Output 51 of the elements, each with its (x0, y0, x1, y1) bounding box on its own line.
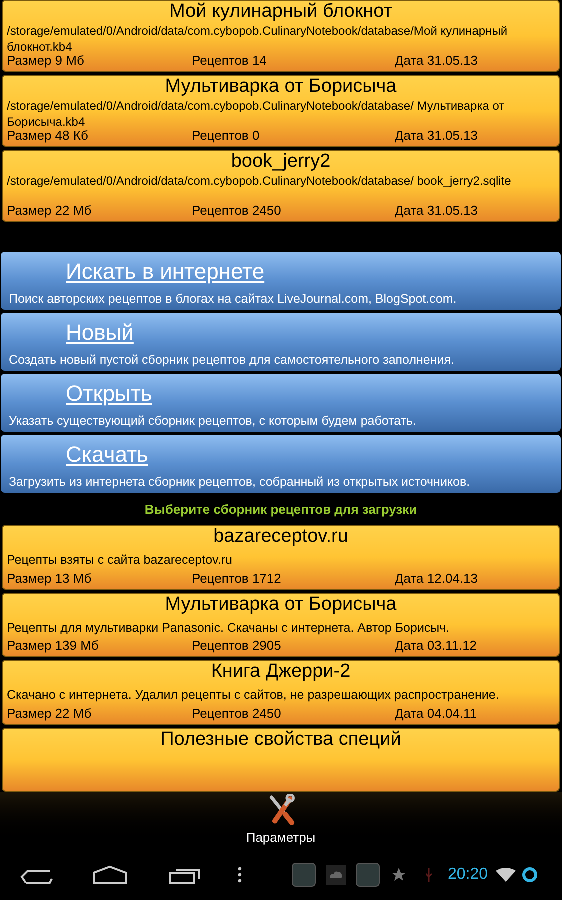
size-label: Размер 48 Кб (7, 128, 90, 144)
cloud-icon[interactable] (326, 865, 346, 885)
action-button[interactable]: Открыть Указать существующий сборник рецептов, с которым будем работать. (1, 374, 561, 432)
notification-icon[interactable] (356, 863, 380, 887)
size-label: Размер 13 Мб (7, 570, 93, 587)
file-path: /storage/emulated/0/Android/data/com.cybopob.CulinaryNotebook/database/ book_jerry2.sqlite (7, 173, 512, 190)
book-card[interactable]: Мой кулинарный блокнот /storage/emulated/0/Android/data/com.cybopob.CulinaryNotebook/database/Мой кулинарный блокнот.kb4 Размер 9 Мб Рецептов 14 Дата 31.05.13 (2, 0, 560, 72)
book-title: Мультиварка от Борисыча (164, 594, 398, 616)
section-heading: Выберите сборник рецептов для загрузки (144, 501, 418, 520)
book-title: Полезные свойства специй (160, 728, 402, 751)
menu-icon[interactable] (238, 867, 242, 883)
settings-button[interactable]: Параметры (246, 792, 316, 850)
book-card[interactable]: bazareceptov.ru Рецепты взяты с сайта bazareceptov.ru Размер 13 Мб Рецептов 1712 Дата 12.04.13 (2, 525, 560, 590)
book-description: Скачано с интернета. Удалил рецепты с сайтов, не разрешающих распространение. (7, 687, 500, 704)
recipe-count: Рецептов 1712 (192, 570, 282, 587)
book-card[interactable]: Книга Джерри-2 Скачано с интернета. Удалил рецепты с сайтов, не разрешающих распространение. Размер 22 Мб Рецептов 2450 Дата 04.04.11 (2, 660, 560, 725)
size-label: Размер 9 Мб (7, 53, 86, 69)
action-button[interactable]: Скачать Загрузить из интернета сборник рецептов, собранный из открытых источников. (1, 435, 561, 494)
recipe-count: Рецептов 0 (192, 128, 261, 144)
home-icon[interactable] (92, 865, 128, 885)
book-title: Книга Джерри-2 (210, 661, 352, 684)
recipe-count: Рецептов 2450 (192, 706, 282, 722)
recipe-count: Рецептов 2450 (192, 203, 282, 219)
book-title: bazareceptov.ru (212, 526, 350, 548)
date-label: Дата 31.05.13 (395, 203, 480, 219)
date-label: Дата 31.05.13 (395, 128, 480, 144)
clock: 20:20 (448, 865, 488, 885)
action-button[interactable]: Искать в интернете Поиск авторских рецептов в блогах на сайтах LiveJournal.com, BlogSpot.com. (1, 252, 561, 310)
book-title: Мой кулинарный блокнот (168, 1, 394, 23)
size-label: Размер 139 Мб (7, 638, 100, 654)
book-card[interactable]: Полезные свойства специй (2, 728, 560, 792)
book-title: Мультиварка от Борисыча (164, 76, 398, 98)
date-label: Дата 03.11.12 (395, 638, 478, 654)
notification-icon[interactable] (292, 863, 316, 887)
recipe-count: Рецептов 14 (192, 53, 268, 69)
book-description: Рецепты взяты с сайта bazareceptov.ru (7, 552, 234, 568)
book-title: book_jerry2 (230, 151, 332, 173)
file-path: /storage/emulated/0/Android/data/com.cybopob.CulinaryNotebook/database/Мой кулинарный блокнот.kb4 (7, 23, 509, 53)
book-card[interactable]: book_jerry2 /storage/emulated/0/Android/data/com.cybopob.CulinaryNotebook/database/ book_jerry2.sqlite Размер 22 Мб Рецептов 2450 Дата 31.05.13 (2, 150, 560, 222)
recipe-count: Рецептов 2905 (192, 638, 282, 654)
action-button[interactable]: Новый Создать новый пустой сборник рецептов для самостоятельного заполнения. (1, 313, 561, 372)
star-icon[interactable] (392, 868, 406, 882)
book-card[interactable]: Мультиварка от Борисыча Рецепты для мультиварки Panasonic. Скачаны с интернета. Автор Борисыч. Размер 139 Мб Рецептов 2905 Дата 03.11.12 (2, 592, 560, 658)
size-label: Размер 22 Мб (7, 203, 93, 219)
wifi-icon (496, 868, 516, 882)
size-label: Размер 22 Мб (7, 706, 93, 722)
date-label: Дата 12.04.13 (395, 570, 480, 587)
date-label: Дата 04.04.11 (395, 706, 478, 722)
book-description: Рецепты для мультиварки Panasonic. Скачаны с интернета. Автор Борисыч. (7, 620, 451, 636)
date-label: Дата 31.05.13 (395, 53, 480, 69)
sync-icon (522, 867, 538, 883)
